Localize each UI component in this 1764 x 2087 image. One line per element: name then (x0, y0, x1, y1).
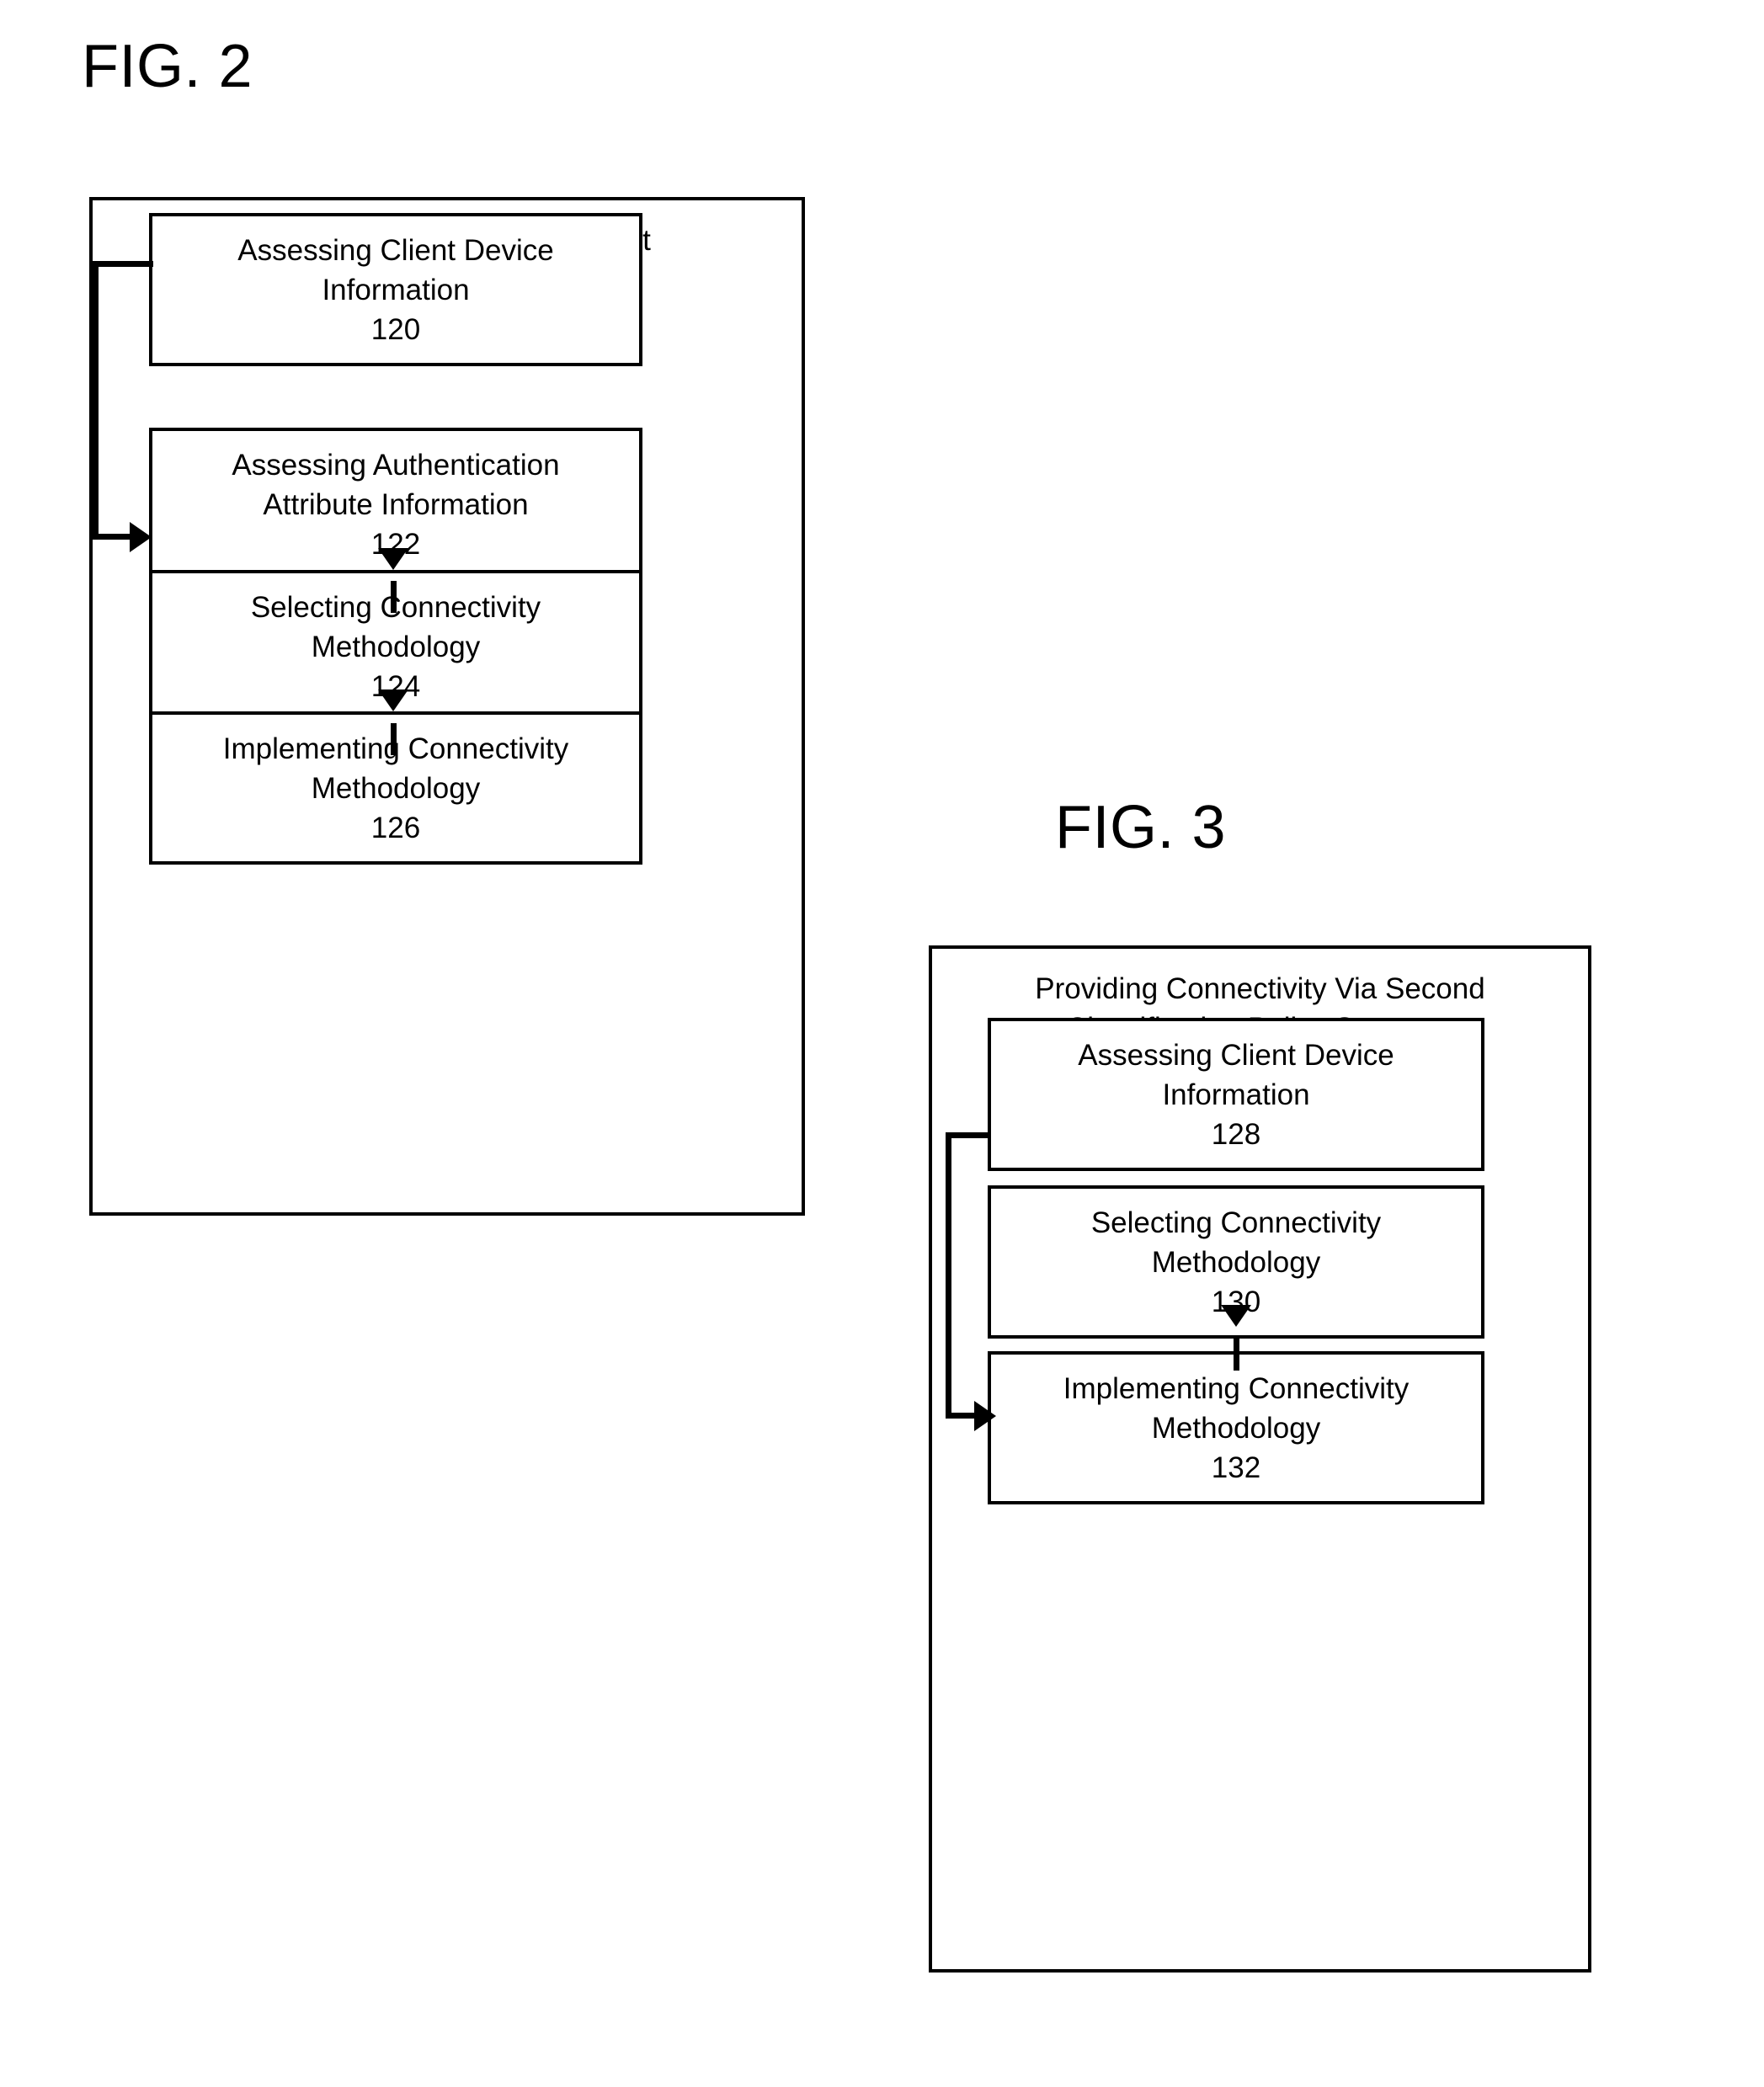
feedback-128-to-132-horizontal-top (946, 1132, 991, 1138)
step-box-132: Implementing Connectivity Methodology 13… (988, 1351, 1484, 1504)
step-box-132-text: Implementing Connectivity Methodology (1063, 1371, 1410, 1445)
connector-122-to-124-line (391, 581, 397, 613)
feedback-128-to-132-arrowhead (974, 1401, 996, 1431)
patent-figure-sheet: FIG. 2 Providing Connectivity Via First … (0, 0, 1764, 2087)
step-box-130-text: Selecting Connectivity Methodology (1090, 1206, 1382, 1279)
step-box-120-text: Assessing Client Device Information (237, 233, 554, 306)
feedback-120-to-124-horizontal-top (93, 261, 152, 267)
feedback-120-to-124-arrowhead (130, 522, 152, 552)
step-box-126-number: 126 (370, 811, 421, 844)
connector-124-to-126-line (391, 723, 397, 755)
step-box-122-text: Assessing Authentication Attribute Infor… (232, 448, 560, 521)
figure-2-label: FIG. 2 (82, 33, 253, 100)
figure-3-outer-box: Providing Connectivity Via Second Classi… (929, 945, 1591, 1973)
step-box-128-text: Assessing Client Device Information (1078, 1038, 1394, 1111)
connector-130-to-132-arrowhead (1221, 1305, 1251, 1327)
figure-2-outer-box: Providing Connectivity Via First Classif… (89, 197, 805, 1216)
step-box-120-number: 120 (370, 312, 421, 346)
figure-3-label: FIG. 3 (1055, 794, 1227, 861)
feedback-120-to-124-vertical (93, 261, 99, 539)
step-box-120: Assessing Client Device Information 120 (149, 213, 642, 366)
feedback-128-to-132-vertical (946, 1132, 951, 1419)
connector-130-to-132-line (1234, 1339, 1239, 1371)
feedback-120-to-124-horizontal-bottom (93, 534, 133, 540)
connector-122-to-124-arrowhead (378, 548, 408, 570)
step-box-128: Assessing Client Device Information 128 (988, 1018, 1484, 1171)
step-box-128-number: 128 (1211, 1117, 1261, 1151)
connector-124-to-126-arrowhead (378, 689, 408, 711)
step-box-132-number: 132 (1211, 1451, 1261, 1484)
